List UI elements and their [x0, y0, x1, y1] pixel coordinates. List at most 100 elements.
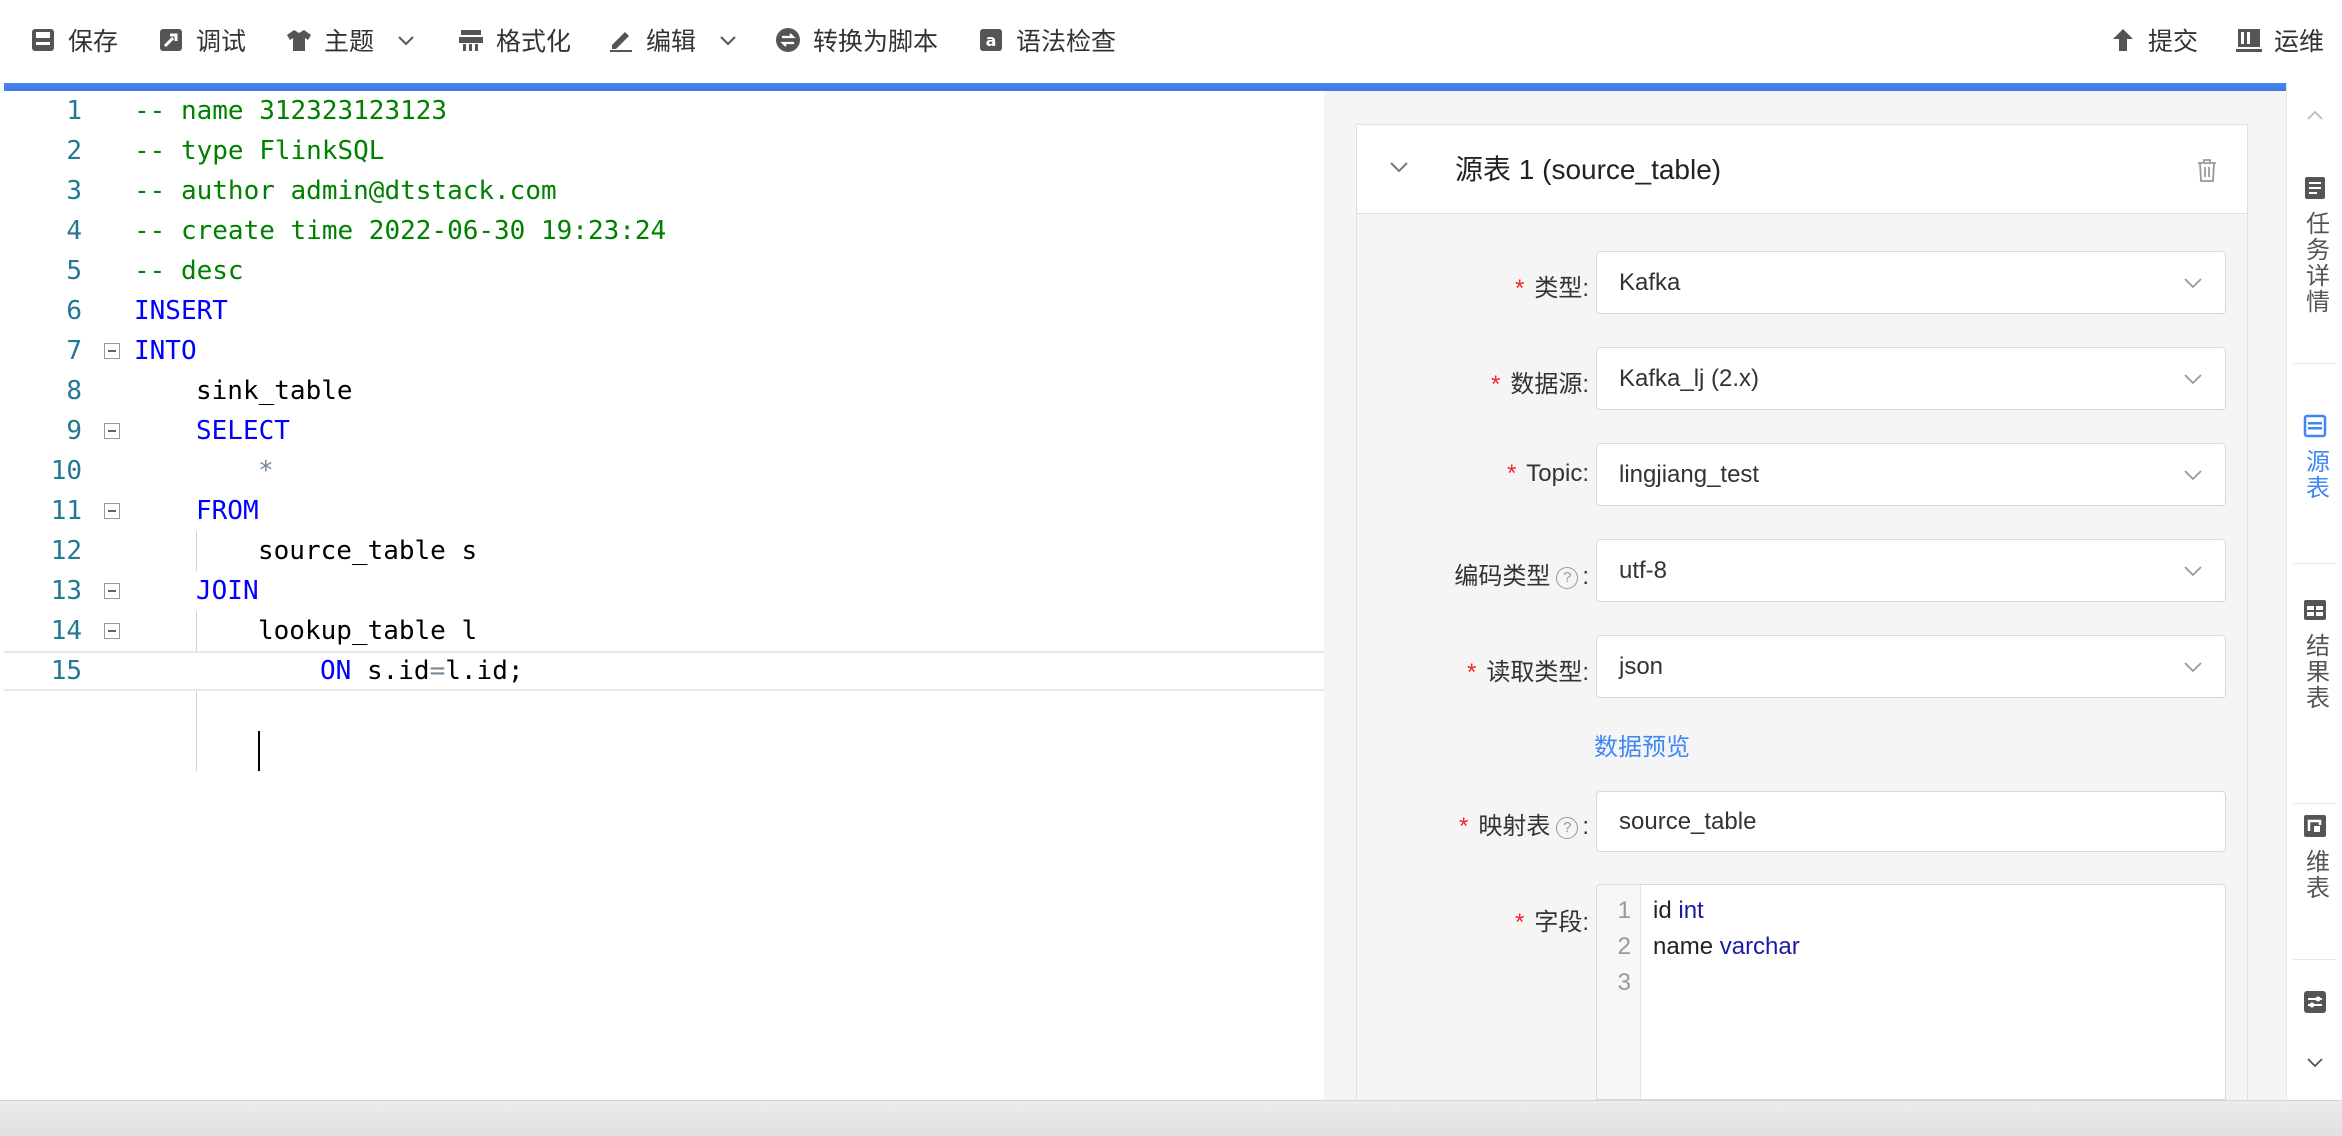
fold-toggle-icon[interactable]	[104, 343, 120, 359]
ops-icon	[2236, 27, 2262, 53]
read-type-select[interactable]: json	[1596, 635, 2226, 698]
upload-arrow-icon	[2110, 27, 2136, 53]
field-name: name	[1653, 933, 1714, 960]
fold-toggle-icon[interactable]	[104, 503, 120, 519]
settings-toggle-icon[interactable]	[2302, 989, 2328, 1015]
syntax-check-icon: a	[978, 27, 1004, 53]
divider	[2293, 959, 2337, 960]
code-line: 6 INSERT	[4, 291, 1324, 331]
code-keyword: INTO	[134, 336, 197, 366]
mapping-table-label: * 映射表?:	[1458, 813, 1589, 840]
line-number: 7	[66, 336, 82, 366]
sidenav-task-detail-label: 任务详情	[2301, 211, 2329, 315]
mapping-table-input[interactable]: source_table	[1596, 791, 2226, 852]
chevron-down-icon	[396, 30, 416, 50]
ops-label: 运维	[2274, 28, 2325, 56]
datasource-select[interactable]: Kafka_lj (2.x)	[1596, 347, 2226, 410]
divider	[2293, 363, 2337, 364]
pencil-icon	[608, 27, 634, 53]
theme-dropdown[interactable]: 主题	[286, 0, 416, 80]
debug-icon	[158, 27, 184, 53]
sidenav-result-table[interactable]: 结果表	[2287, 597, 2342, 711]
type-select[interactable]: Kafka	[1596, 251, 2226, 314]
code-operator: *	[258, 456, 274, 486]
field-type: int	[1678, 897, 1704, 924]
read-type-label: * 读取类型:	[1466, 659, 1589, 686]
help-icon[interactable]: ?	[1556, 817, 1579, 839]
indent-guide	[196, 731, 197, 771]
debug-button[interactable]: 调试	[158, 0, 246, 80]
save-button[interactable]: 保存	[30, 0, 118, 80]
topic-select-value: lingjiang_test	[1619, 461, 1760, 488]
bottom-status-bar	[0, 1100, 2342, 1136]
code-line: 14 lookup_table l	[4, 611, 1324, 651]
type-label: * 类型:	[1514, 275, 1589, 302]
convert-icon	[775, 27, 801, 53]
fields-label: * 字段:	[1514, 909, 1589, 936]
ops-button[interactable]: 运维	[2236, 0, 2324, 80]
code-editor[interactable]: 1 -- name 312323123123 2 -- type FlinkSQ…	[4, 91, 1324, 1100]
fields-code-editor[interactable]: 1 id int 2 name varchar 3	[1596, 884, 2226, 1100]
trash-icon[interactable]	[2193, 156, 2221, 184]
edit-dropdown[interactable]: 编辑	[608, 0, 738, 80]
code-keyword: FROM	[196, 496, 259, 526]
line-number: 12	[50, 536, 82, 566]
submit-button[interactable]: 提交	[2110, 0, 2198, 80]
mapping-table-label-text: 映射表	[1478, 813, 1551, 840]
sidenav-source-table[interactable]: 源表	[2287, 413, 2342, 501]
field-line: name varchar	[1653, 933, 1800, 961]
dimension-table-icon	[2304, 815, 2326, 837]
chevron-down-icon	[2184, 374, 2202, 385]
code-text: source_table s	[258, 536, 478, 566]
shirt-icon	[286, 27, 312, 53]
colon: :	[1582, 909, 1589, 936]
chevron-down-icon[interactable]	[2305, 1053, 2325, 1073]
chevron-down-icon	[2184, 566, 2202, 577]
help-icon[interactable]: ?	[1556, 567, 1579, 589]
code-text: s.id	[366, 656, 430, 686]
syntax-check-button[interactable]: a 语法检查	[978, 0, 1116, 80]
convert-to-script-button[interactable]: 转换为脚本	[775, 0, 938, 80]
code-keyword: SELECT	[196, 416, 290, 446]
line-number: 3	[66, 176, 82, 206]
code-keyword: INSERT	[134, 296, 228, 326]
code-line: 9 SELECT	[4, 411, 1324, 451]
code-text: l.id;	[445, 656, 524, 686]
line-number: 14	[50, 616, 82, 646]
document-icon	[2305, 177, 2325, 199]
divider	[2293, 563, 2337, 564]
code-line: 3 -- author admin@dtstack.com	[4, 171, 1324, 211]
chevron-down-icon	[2184, 662, 2202, 673]
colon: :	[1582, 371, 1589, 398]
divider	[2293, 803, 2337, 804]
fold-toggle-icon[interactable]	[104, 623, 120, 639]
chevron-down-icon[interactable]	[1387, 155, 1411, 179]
code-text: sink_table	[196, 376, 353, 406]
code-line: 5 -- desc	[4, 251, 1324, 291]
fold-toggle-icon[interactable]	[104, 423, 120, 439]
code-line: 2 -- type FlinkSQL	[4, 131, 1324, 171]
line-number: 13	[50, 576, 82, 606]
code-line-active: 15 ON s.id=l.id;	[4, 651, 1324, 691]
submit-label: 提交	[2148, 28, 2199, 56]
topic-select[interactable]: lingjiang_test	[1596, 443, 2226, 506]
colon: :	[1582, 659, 1589, 686]
chevron-up-icon[interactable]	[2305, 105, 2325, 125]
fold-toggle-icon[interactable]	[104, 583, 120, 599]
sidenav-result-table-label: 结果表	[2301, 633, 2329, 711]
sidenav-task-detail[interactable]: 任务详情	[2287, 175, 2342, 315]
data-preview-link[interactable]: 数据预览	[1594, 727, 1690, 762]
sidenav-dim-table[interactable]: 维表	[2287, 813, 2342, 901]
line-number: 1	[66, 96, 82, 126]
field-name: id	[1653, 897, 1672, 924]
format-icon	[458, 27, 484, 53]
source-table-icon	[2303, 414, 2327, 438]
sidenav-source-table-label: 源表	[2301, 449, 2329, 501]
field-line: id int	[1653, 897, 1704, 925]
line-number: 4	[66, 216, 82, 246]
code-line: 1 -- name 312323123123	[4, 91, 1324, 131]
format-button[interactable]: 格式化	[458, 0, 571, 80]
code-line: 13 JOIN	[4, 571, 1324, 611]
encoding-select[interactable]: utf-8	[1596, 539, 2226, 602]
source-table-card-header[interactable]: 源表 1 (source_table)	[1356, 124, 2248, 214]
